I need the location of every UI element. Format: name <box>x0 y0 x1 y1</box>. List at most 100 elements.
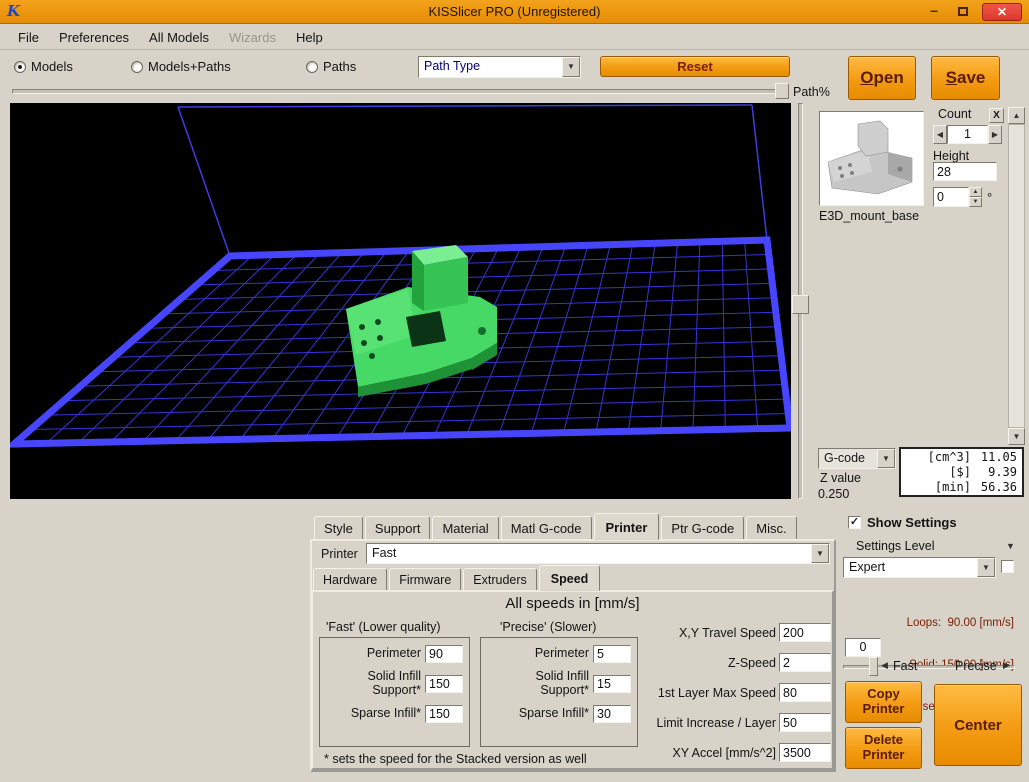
chevron-down-icon[interactable]: ▼ <box>811 544 829 563</box>
tab-ptr-gcode[interactable]: Ptr G-code <box>661 516 744 540</box>
field-row: Solid Infill Support* <box>481 670 631 698</box>
scroll-up-icon[interactable]: ▲ <box>1008 107 1025 124</box>
fast-sparse-infill-input[interactable] <box>425 705 463 723</box>
stat-unit: [min] <box>919 480 971 495</box>
field-row: Perimeter <box>320 645 463 663</box>
printer-dropdown[interactable]: Fast ▼ <box>366 543 830 564</box>
quality-spin-value[interactable]: 0 <box>845 638 881 657</box>
model-thumbnail[interactable] <box>819 111 924 206</box>
xy-travel-speed-input[interactable] <box>779 623 831 642</box>
count-value[interactable]: 1 <box>947 125 988 144</box>
center-button[interactable]: Center <box>934 684 1022 766</box>
model-list-scrollbar[interactable]: ▲ ▼ <box>1008 107 1025 445</box>
gcode-value: G-code <box>819 449 877 468</box>
chevron-down-icon[interactable]: ▼ <box>562 57 580 77</box>
fast-perimeter-input[interactable] <box>425 645 463 663</box>
xy-accel-input[interactable] <box>779 743 831 762</box>
rotation-up-icon[interactable]: ▲ <box>969 187 982 197</box>
loops-speed: Loops: 90.00 [mm/s] <box>840 616 1014 630</box>
z-value-label: Z value <box>820 471 861 485</box>
maximize-button[interactable] <box>950 3 976 21</box>
maximize-icon <box>958 7 968 16</box>
copy-printer-button[interactable]: Copy Printer <box>845 681 922 723</box>
fast-group-title: 'Fast' (Lower quality) <box>326 620 441 634</box>
3d-viewport[interactable] <box>10 103 791 499</box>
z-speed-input[interactable] <box>779 653 831 672</box>
stat-value: 56.36 <box>971 480 1017 495</box>
slider-handle[interactable] <box>775 83 789 99</box>
print-bed-canvas[interactable] <box>10 103 791 499</box>
tab-material[interactable]: Material <box>432 516 498 540</box>
tab-printer[interactable]: Printer <box>594 513 660 540</box>
first-layer-max-speed-input[interactable] <box>779 683 831 702</box>
menu-file[interactable]: File <box>8 27 49 48</box>
chevron-down-icon[interactable]: ▼ <box>977 558 995 577</box>
stat-row: [$] 9.39 <box>901 465 1017 480</box>
subtab-extruders[interactable]: Extruders <box>463 568 537 591</box>
path-type-dropdown[interactable]: Path Type ▼ <box>418 56 581 78</box>
title-bar[interactable]: K KISSlicer PRO (Unregistered) – ✕ <box>0 0 1029 24</box>
collapse-chevron-icon[interactable]: ▼ <box>1006 541 1015 551</box>
slider-handle[interactable] <box>869 657 878 676</box>
reset-button[interactable]: Reset <box>600 56 790 77</box>
delete-printer-button[interactable]: Delete Printer <box>845 727 922 769</box>
show-settings-checkbox[interactable]: ✓ Show Settings <box>848 515 957 530</box>
subtab-hardware[interactable]: Hardware <box>313 568 387 591</box>
radio-models[interactable]: Models <box>14 59 73 74</box>
path-percent-label: Path% <box>793 85 830 99</box>
open-button[interactable]: Open <box>848 56 916 100</box>
viewport-z-slider[interactable] <box>792 103 809 499</box>
close-icon: ✕ <box>997 5 1007 19</box>
checkbox-checked-icon: ✓ <box>848 516 861 529</box>
menu-all-models[interactable]: All Models <box>139 27 219 48</box>
field-row: Solid Infill Support* <box>320 670 463 698</box>
chevron-down-icon[interactable]: ▼ <box>877 449 895 468</box>
path-percent-slider[interactable] <box>12 83 789 99</box>
tab-support[interactable]: Support <box>365 516 431 540</box>
sparse-infill-label: Sparse Infill* <box>519 707 589 721</box>
model-3d[interactable] <box>346 245 497 397</box>
xy-accel-label: XY Accel [mm/s^2] <box>636 746 776 760</box>
model-close-button[interactable]: X <box>989 108 1004 123</box>
precise-sparse-infill-input[interactable] <box>593 705 631 723</box>
settings-level-dropdown[interactable]: Expert ▼ <box>843 557 996 578</box>
save-button[interactable]: Save <box>931 56 1000 100</box>
menu-preferences[interactable]: Preferences <box>49 27 139 48</box>
height-input[interactable] <box>933 162 997 181</box>
speed-heading: All speeds in [mm/s] <box>311 595 834 612</box>
radio-selected-icon <box>14 61 26 73</box>
radio-icon <box>131 61 143 73</box>
slider-handle[interactable] <box>792 295 809 314</box>
fast-solid-infill-input[interactable] <box>425 675 463 693</box>
scrollbar-track[interactable] <box>1008 124 1025 428</box>
fast-precise-slider[interactable]: ◀ Fast Precise ▶ <box>843 657 1015 676</box>
rotation-input[interactable] <box>933 187 969 207</box>
spin-right-icon[interactable]: ▶ <box>988 125 1002 144</box>
tab-misc[interactable]: Misc. <box>746 516 796 540</box>
slider-track[interactable] <box>12 89 789 94</box>
slider-right-icon: ▶ <box>1003 660 1010 671</box>
limit-increase-input[interactable] <box>779 713 831 732</box>
field-row: Perimeter <box>481 645 631 663</box>
radio-models-label: Models <box>31 59 73 74</box>
close-button[interactable]: ✕ <box>982 3 1022 21</box>
settings-level-label: Settings Level <box>856 539 935 553</box>
tab-matl-gcode[interactable]: Matl G-code <box>501 516 592 540</box>
spin-left-icon[interactable]: ◀ <box>933 125 947 144</box>
tab-style[interactable]: Style <box>314 516 363 540</box>
precise-solid-infill-input[interactable] <box>593 675 631 693</box>
radio-models-paths[interactable]: Models+Paths <box>131 59 231 74</box>
radio-paths[interactable]: Paths <box>306 59 356 74</box>
subtab-firmware[interactable]: Firmware <box>389 568 461 591</box>
scroll-down-icon[interactable]: ▼ <box>1008 428 1025 445</box>
rotation-down-icon[interactable]: ▼ <box>969 197 982 207</box>
radio-models-paths-label: Models+Paths <box>148 59 231 74</box>
menu-help[interactable]: Help <box>286 27 333 48</box>
gcode-dropdown[interactable]: G-code ▼ <box>818 448 896 469</box>
minimize-button[interactable]: – <box>922 3 946 21</box>
settings-extra-checkbox[interactable] <box>1001 560 1014 573</box>
precise-perimeter-input[interactable] <box>593 645 631 663</box>
open-label: Open <box>860 68 903 88</box>
count-spinner[interactable]: ◀ 1 ▶ <box>933 125 1002 144</box>
subtab-speed[interactable]: Speed <box>539 565 601 591</box>
